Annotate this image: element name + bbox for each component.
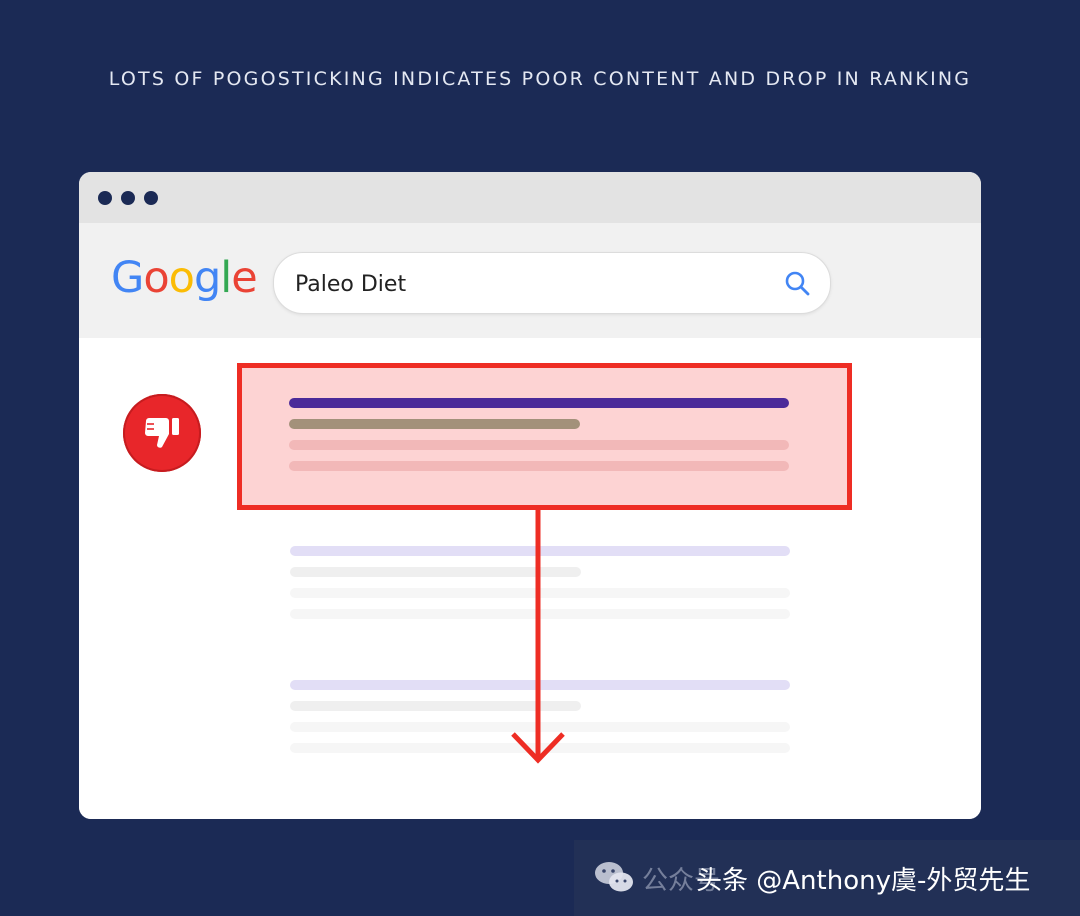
logo-letter: l xyxy=(220,253,232,303)
browser-title-bar xyxy=(79,172,981,223)
result-url-line xyxy=(289,419,580,429)
thumbs-down-icon xyxy=(145,418,179,448)
logo-letter: e xyxy=(231,253,257,303)
browser-window: Google Paleo Diet xyxy=(79,172,981,819)
search-query: Paleo Diet xyxy=(295,272,407,297)
google-logo[interactable]: Google xyxy=(111,253,258,303)
arrow-down-icon xyxy=(511,508,565,764)
watermark-text: 头条 @Anthony虞-外贸先生 xyxy=(696,866,1031,896)
window-dot-icon xyxy=(98,191,112,205)
search-header: Google Paleo Diet xyxy=(79,223,981,338)
window-dot-icon xyxy=(144,191,158,205)
logo-letter: o xyxy=(168,253,195,303)
watermark: 公众号 头条 @Anthony虞-外贸先生 xyxy=(574,840,1080,916)
logo-letter: G xyxy=(111,253,144,303)
logo-letter: o xyxy=(143,253,169,303)
wechat-icon xyxy=(595,862,633,892)
result-title-line xyxy=(289,398,789,408)
search-icon[interactable] xyxy=(784,270,810,296)
headline: LOTS OF POGOSTICKING INDICATES POOR CONT… xyxy=(108,68,972,90)
logo-letter: g xyxy=(193,253,221,303)
result-snippet-line xyxy=(289,461,789,471)
search-input[interactable]: Paleo Diet xyxy=(273,252,831,314)
thumbs-down-badge xyxy=(123,394,201,472)
first-result-highlight[interactable] xyxy=(237,363,852,510)
result-snippet-line xyxy=(289,440,789,450)
window-dot-icon xyxy=(121,191,135,205)
search-results xyxy=(79,338,981,819)
